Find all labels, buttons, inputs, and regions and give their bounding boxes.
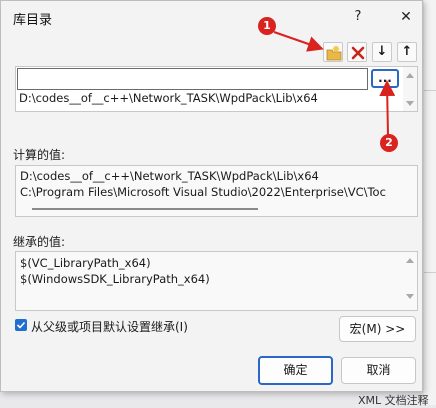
annotation-arrow-2: [379, 80, 396, 136]
annotation-arrow-1: [273, 31, 324, 52]
annotation-arrows: [273, 31, 396, 136]
annotation-badge-1: 1: [258, 17, 276, 35]
annotation-badge-2: 2: [380, 134, 398, 152]
